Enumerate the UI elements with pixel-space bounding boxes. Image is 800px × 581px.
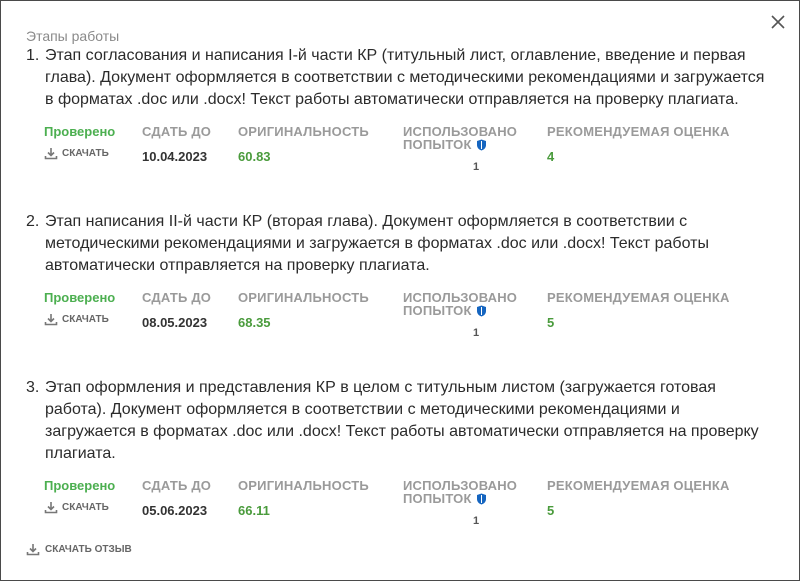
due-label: Сдать до — [142, 290, 212, 305]
originality-label: Оригинальность — [238, 124, 369, 139]
status-badge: Проверено — [44, 478, 116, 493]
grade-label: Рекомендуемая оценка — [547, 290, 730, 305]
attempts-label-line2: попыток — [403, 303, 472, 318]
download-icon — [44, 502, 58, 514]
stage-number: 3. — [26, 379, 40, 396]
stage-item: 3. Этап оформления и представления КР в … — [26, 377, 766, 539]
due-label: Сдать до — [142, 124, 212, 139]
grade-label: Рекомендуемая оценка — [547, 124, 730, 139]
originality-label: Оригинальность — [238, 478, 369, 493]
stage-number: 2. — [26, 213, 40, 230]
attempts-count: 1 — [473, 327, 480, 339]
shield-icon[interactable] — [476, 139, 487, 151]
grade-value: 5 — [547, 503, 555, 518]
attempts-count: 1 — [473, 161, 480, 173]
stages-dialog: Этапы работы 1. Этап согласования и напи… — [0, 0, 800, 581]
stage-description: Этап согласования и написания I-й части … — [45, 47, 765, 108]
status-badge: Проверено — [44, 124, 116, 139]
attempts-label-line2: попыток — [403, 491, 472, 506]
shield-icon[interactable] — [476, 305, 487, 317]
download-label: скачать — [62, 148, 109, 159]
download-review-button[interactable]: скачать отзыв — [26, 543, 132, 556]
originality-label: Оригинальность — [238, 290, 369, 305]
due-date: 10.04.2023 — [142, 149, 208, 164]
stage-item: 1. Этап согласования и написания I-й час… — [26, 45, 766, 185]
stage-meta: Проверено скачать Сдать до 05.06.2023 Ор… — [26, 479, 766, 539]
grade-label: Рекомендуемая оценка — [547, 478, 730, 493]
stage-number: 1. — [26, 47, 40, 64]
grade-value: 4 — [547, 149, 555, 164]
shield-icon[interactable] — [476, 493, 487, 505]
download-label: скачать — [62, 502, 109, 513]
originality-value: 66.11 — [238, 503, 270, 518]
download-icon — [44, 314, 58, 326]
download-label: скачать — [62, 314, 109, 325]
download-icon — [26, 544, 40, 556]
status-badge: Проверено — [44, 290, 116, 305]
attempts-count: 1 — [473, 515, 480, 527]
due-date: 08.05.2023 — [142, 315, 208, 330]
download-icon — [44, 148, 58, 160]
download-button[interactable]: скачать — [44, 147, 115, 160]
download-button[interactable]: скачать — [44, 501, 115, 514]
originality-value: 60.83 — [238, 149, 271, 164]
stage-description: Этап написания II-й части КР (вторая гла… — [45, 213, 709, 274]
stage-description: Этап оформления и представления КР в цел… — [45, 379, 759, 462]
due-label: Сдать до — [142, 478, 212, 493]
download-button[interactable]: скачать — [44, 313, 115, 326]
close-icon[interactable] — [767, 11, 789, 33]
attempts-label-line2: попыток — [403, 137, 472, 152]
stage-item: 2. Этап написания II-й части КР (вторая … — [26, 211, 766, 351]
download-review-label: скачать отзыв — [45, 544, 132, 555]
due-date: 05.06.2023 — [142, 503, 208, 518]
stage-meta: Проверено скачать Сдать до 08.05.2023 Ор… — [26, 291, 766, 351]
stage-meta: Проверено скачать Сдать до 10.04.2023 Ор… — [26, 125, 766, 185]
grade-value: 5 — [547, 315, 555, 330]
originality-value: 68.35 — [238, 315, 271, 330]
dialog-title: Этапы работы — [26, 28, 120, 44]
